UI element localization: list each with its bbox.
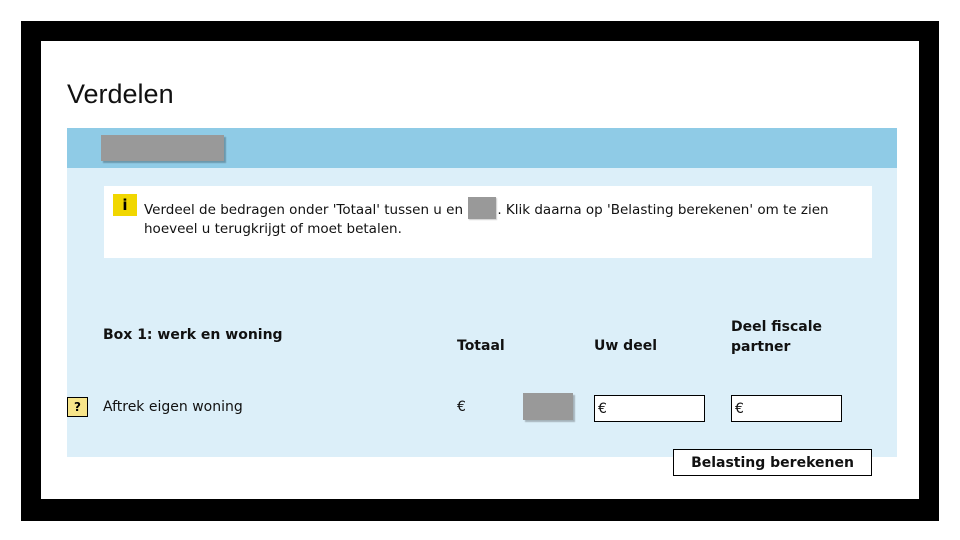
partner-share-currency: € bbox=[735, 400, 744, 417]
column-header-partner-share: Deel fiscale partner bbox=[731, 317, 822, 357]
info-icon: i bbox=[113, 194, 137, 216]
page-title: Verdelen bbox=[67, 79, 174, 109]
redacted-block bbox=[101, 135, 224, 161]
help-button[interactable]: ? bbox=[67, 397, 88, 417]
info-text: Verdeel de bedragen onder 'Totaal' tusse… bbox=[144, 197, 844, 239]
own-share-field[interactable]: € bbox=[594, 395, 779, 422]
distribution-panel: i Verdeel de bedragen onder 'Totaal' tus… bbox=[67, 168, 916, 476]
info-box: i Verdeel de bedragen onder 'Totaal' tus… bbox=[104, 186, 872, 258]
column-header-total: Totaal bbox=[457, 338, 505, 354]
row-label: Aftrek eigen woning bbox=[103, 399, 243, 415]
section-band bbox=[67, 128, 897, 168]
total-currency: € bbox=[457, 399, 466, 415]
partner-share-field[interactable]: € bbox=[731, 395, 916, 422]
calculate-tax-button[interactable]: Belasting berekenen bbox=[673, 449, 872, 476]
own-share-currency: € bbox=[598, 400, 607, 417]
column-header-partner-line2: partner bbox=[731, 339, 791, 355]
info-text-start: Verdeel de bedragen onder 'Totaal' tusse… bbox=[144, 202, 464, 218]
redacted-name bbox=[468, 197, 497, 219]
redacted-total-value bbox=[523, 393, 573, 420]
section-heading: Box 1: werk en woning bbox=[103, 327, 283, 343]
page-container: Verdelen i Verdeel de bedragen onder 'To… bbox=[41, 41, 919, 499]
partner-share-input[interactable] bbox=[743, 396, 916, 421]
column-header-partner-line1: Deel fiscale bbox=[731, 319, 823, 335]
column-header-own-share: Uw deel bbox=[594, 338, 657, 354]
